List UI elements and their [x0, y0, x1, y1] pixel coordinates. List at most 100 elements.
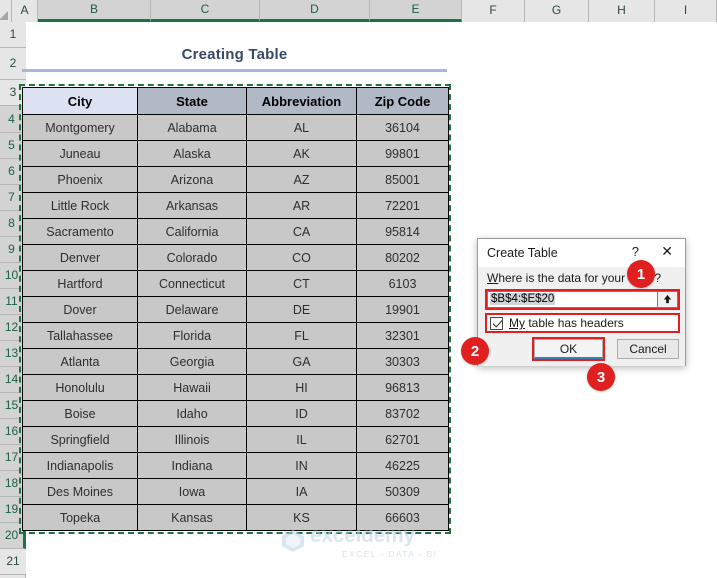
table-row: Hartford Connecticut CT 6103: [22, 270, 449, 297]
table-cell[interactable]: GA: [246, 348, 357, 375]
table-cell[interactable]: California: [137, 218, 247, 245]
table-cell[interactable]: HI: [246, 374, 357, 401]
table-cell[interactable]: ID: [246, 400, 357, 427]
table-cell[interactable]: AL: [246, 114, 357, 141]
table-cell[interactable]: Hartford: [22, 270, 138, 297]
column-headers: ABCDEFGHI: [12, 0, 717, 22]
table-cell[interactable]: IA: [246, 478, 357, 505]
column-header-c[interactable]: C: [151, 0, 260, 22]
table-row: Phoenix Arizona AZ 85001: [22, 166, 449, 193]
table-cell[interactable]: Boise: [22, 400, 138, 427]
column-header-f[interactable]: F: [462, 0, 525, 22]
table-cell[interactable]: Indiana: [137, 452, 247, 479]
table-header-cell[interactable]: State: [137, 87, 247, 115]
table-header-row: City State Abbreviation Zip Code: [22, 87, 449, 115]
table-cell[interactable]: Colorado: [137, 244, 247, 271]
close-icon[interactable]: ✕: [657, 244, 677, 259]
ok-button[interactable]: OK: [534, 339, 603, 359]
table-cell[interactable]: 95814: [356, 218, 449, 245]
checkbox-accelerator: My: [509, 316, 525, 330]
table-cell[interactable]: DE: [246, 296, 357, 323]
table-cell[interactable]: Illinois: [137, 426, 247, 453]
my-table-has-headers-row[interactable]: My table has headers: [485, 313, 680, 333]
help-icon[interactable]: ?: [628, 244, 643, 259]
table-cell[interactable]: Alaska: [137, 140, 247, 167]
table-cell[interactable]: 99801: [356, 140, 449, 167]
table-cell[interactable]: 83702: [356, 400, 449, 427]
cancel-button[interactable]: Cancel: [617, 339, 679, 359]
table-cell[interactable]: Honolulu: [22, 374, 138, 401]
table-cell[interactable]: IL: [246, 426, 357, 453]
collapse-arrow-icon: [663, 294, 672, 304]
table-cell[interactable]: 32301: [356, 322, 449, 349]
table-cell[interactable]: Topeka: [22, 504, 138, 531]
table-cell[interactable]: Phoenix: [22, 166, 138, 193]
table-cell[interactable]: 19901: [356, 296, 449, 323]
select-all-triangle-icon: [0, 11, 8, 20]
table-cell[interactable]: Georgia: [137, 348, 247, 375]
column-header-b[interactable]: B: [38, 0, 151, 22]
table-cell[interactable]: Des Moines: [22, 478, 138, 505]
table-cell[interactable]: Denver: [22, 244, 138, 271]
row-header-21[interactable]: 21: [0, 549, 26, 575]
table-header-cell[interactable]: City: [22, 87, 138, 115]
my-table-has-headers-label: My table has headers: [509, 316, 624, 330]
column-header-i[interactable]: I: [655, 0, 717, 22]
table-cell[interactable]: CT: [246, 270, 357, 297]
range-input-value: $B$4:$E$20: [490, 293, 556, 305]
table-cell[interactable]: Sacramento: [22, 218, 138, 245]
table-cell[interactable]: Iowa: [137, 478, 247, 505]
table-cell[interactable]: Alabama: [137, 114, 247, 141]
table-cell[interactable]: Idaho: [137, 400, 247, 427]
table-cell[interactable]: AZ: [246, 166, 357, 193]
table-cell[interactable]: Tallahassee: [22, 322, 138, 349]
column-header-g[interactable]: G: [525, 0, 589, 22]
checkbox-label-rest: table has headers: [525, 316, 624, 330]
table-cell[interactable]: Connecticut: [137, 270, 247, 297]
table-cell[interactable]: Indianapolis: [22, 452, 138, 479]
table-header-cell[interactable]: Zip Code: [356, 87, 449, 115]
table-header-cell[interactable]: Abbreviation: [246, 87, 357, 115]
table-cell[interactable]: Delaware: [137, 296, 247, 323]
table-cell[interactable]: Dover: [22, 296, 138, 323]
table-cell[interactable]: AK: [246, 140, 357, 167]
table-cell[interactable]: Arkansas: [137, 192, 247, 219]
my-table-has-headers-checkbox[interactable]: [490, 316, 503, 330]
table-cell[interactable]: 66603: [356, 504, 449, 531]
table-cell[interactable]: KS: [246, 504, 357, 531]
table-cell[interactable]: 46225: [356, 452, 449, 479]
table-cell[interactable]: 36104: [356, 114, 449, 141]
table-row: Denver Colorado CO 80202: [22, 244, 449, 271]
table-cell[interactable]: AR: [246, 192, 357, 219]
column-header-a[interactable]: A: [12, 0, 38, 22]
table-cell[interactable]: Hawaii: [137, 374, 247, 401]
sheet-title-banner: Creating Table: [22, 40, 447, 72]
table-cell[interactable]: 6103: [356, 270, 449, 297]
collapse-dialog-button[interactable]: [657, 291, 678, 308]
table-cell[interactable]: 62701: [356, 426, 449, 453]
table-cell[interactable]: IN: [246, 452, 357, 479]
table-cell[interactable]: 72201: [356, 192, 449, 219]
table-cell[interactable]: Montgomery: [22, 114, 138, 141]
column-header-d[interactable]: D: [260, 0, 370, 22]
table-cell[interactable]: Atlanta: [22, 348, 138, 375]
table-cell[interactable]: Springfield: [22, 426, 138, 453]
column-header-e[interactable]: E: [370, 0, 462, 22]
select-all-corner[interactable]: [0, 0, 12, 22]
table-row: Montgomery Alabama AL 36104: [22, 114, 449, 141]
range-input[interactable]: $B$4:$E$20: [487, 291, 657, 308]
table-cell[interactable]: 50309: [356, 478, 449, 505]
table-cell[interactable]: Juneau: [22, 140, 138, 167]
table-cell[interactable]: 30303: [356, 348, 449, 375]
table-cell[interactable]: CO: [246, 244, 357, 271]
column-header-h[interactable]: H: [589, 0, 655, 22]
table-cell[interactable]: Florida: [137, 322, 247, 349]
table-cell[interactable]: 80202: [356, 244, 449, 271]
table-cell[interactable]: 85001: [356, 166, 449, 193]
table-cell[interactable]: Arizona: [137, 166, 247, 193]
table-cell[interactable]: Kansas: [137, 504, 247, 531]
table-cell[interactable]: Little Rock: [22, 192, 138, 219]
table-cell[interactable]: FL: [246, 322, 357, 349]
table-cell[interactable]: 96813: [356, 374, 449, 401]
table-cell[interactable]: CA: [246, 218, 357, 245]
